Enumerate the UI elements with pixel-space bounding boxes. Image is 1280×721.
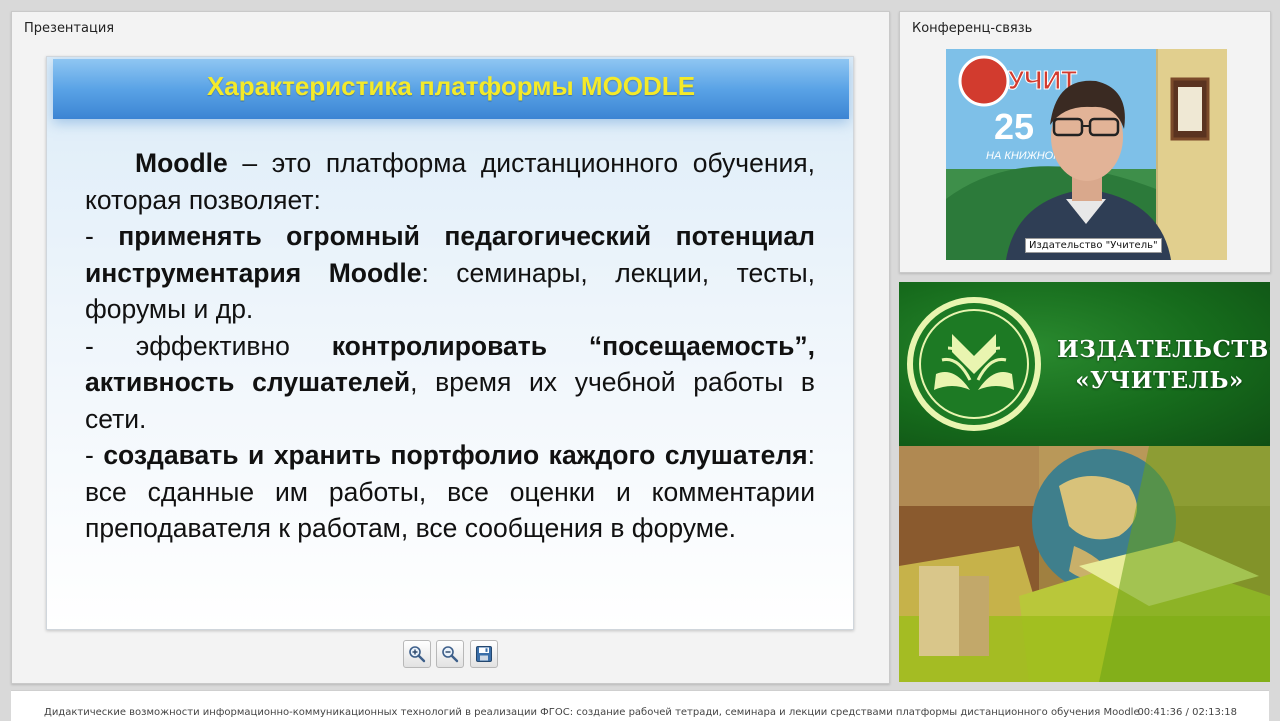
slide-title: Характеристика платформы MOODLE [206, 71, 696, 101]
publisher-name: ИЗДАТЕЛЬСТВО «УЧИТЕЛЬ» [1057, 334, 1270, 396]
slide-text: - эффективно [85, 330, 332, 361]
slide-bold-text: Moodle [135, 148, 228, 178]
slide-body: Moodle – это платформа дистанционного об… [85, 145, 815, 547]
publisher-logo-icon [907, 297, 1041, 431]
webcam-video[interactable]: УЧИТ 25 НА КНИЖНОМ Издательство "Учитель… [946, 49, 1227, 260]
save-button[interactable] [470, 640, 498, 668]
globe-and-books-image [899, 446, 1270, 682]
presentation-panel: Презентация Характеристика платформы MOO… [11, 11, 890, 684]
slide-paragraph: - эффективно контролировать “посещаемост… [85, 328, 815, 438]
svg-text:НА КНИЖНОМ: НА КНИЖНОМ [986, 150, 1063, 162]
publisher-name-line: «УЧИТЕЛЬ» [1075, 367, 1244, 394]
speaker-video-image: УЧИТ 25 НА КНИЖНОМ [946, 49, 1227, 260]
zoom-out-icon [442, 646, 459, 663]
presentation-panel-title: Презентация [24, 21, 115, 36]
publisher-banner: ИЗДАТЕЛЬСТВО «УЧИТЕЛЬ» [899, 282, 1270, 682]
playback-timecode: 00:41:36 / 02:13:18 [1137, 707, 1237, 718]
publisher-name-line: ИЗДАТЕЛЬСТВО [1057, 336, 1270, 363]
status-bar: Дидактические возможности информационно-… [11, 690, 1269, 721]
publisher-banner-image [899, 446, 1270, 682]
slide-text: - [85, 440, 104, 470]
zoom-in-button[interactable] [403, 640, 431, 668]
zoom-in-icon [409, 646, 426, 663]
slide-bold-text: создавать и хранить портфолио каждого сл… [103, 440, 808, 470]
zoom-out-button[interactable] [436, 640, 464, 668]
conference-panel-title: Конференц-связь [912, 21, 1033, 36]
lecture-title: Дидактические возможности информационно-… [44, 707, 1140, 718]
publisher-banner-top: ИЗДАТЕЛЬСТВО «УЧИТЕЛЬ» [899, 282, 1270, 446]
save-icon [476, 646, 492, 662]
conference-panel: Конференц-связь УЧИТ 25 НА КНИЖНОМ Издат… [899, 11, 1271, 273]
slide-text: - [85, 221, 119, 251]
slide-paragraph: - применять огромный педагогический поте… [85, 218, 815, 328]
slide-paragraph: - создавать и хранить портфолио каждого … [85, 437, 815, 547]
svg-text:25: 25 [994, 106, 1034, 147]
slide: Характеристика платформы MOODLE Moodle –… [46, 56, 854, 630]
slide-paragraph: Moodle – это платформа дистанционного об… [85, 145, 815, 218]
slide-header: Характеристика платформы MOODLE [53, 59, 849, 119]
video-caption: Издательство "Учитель" [1025, 238, 1162, 253]
